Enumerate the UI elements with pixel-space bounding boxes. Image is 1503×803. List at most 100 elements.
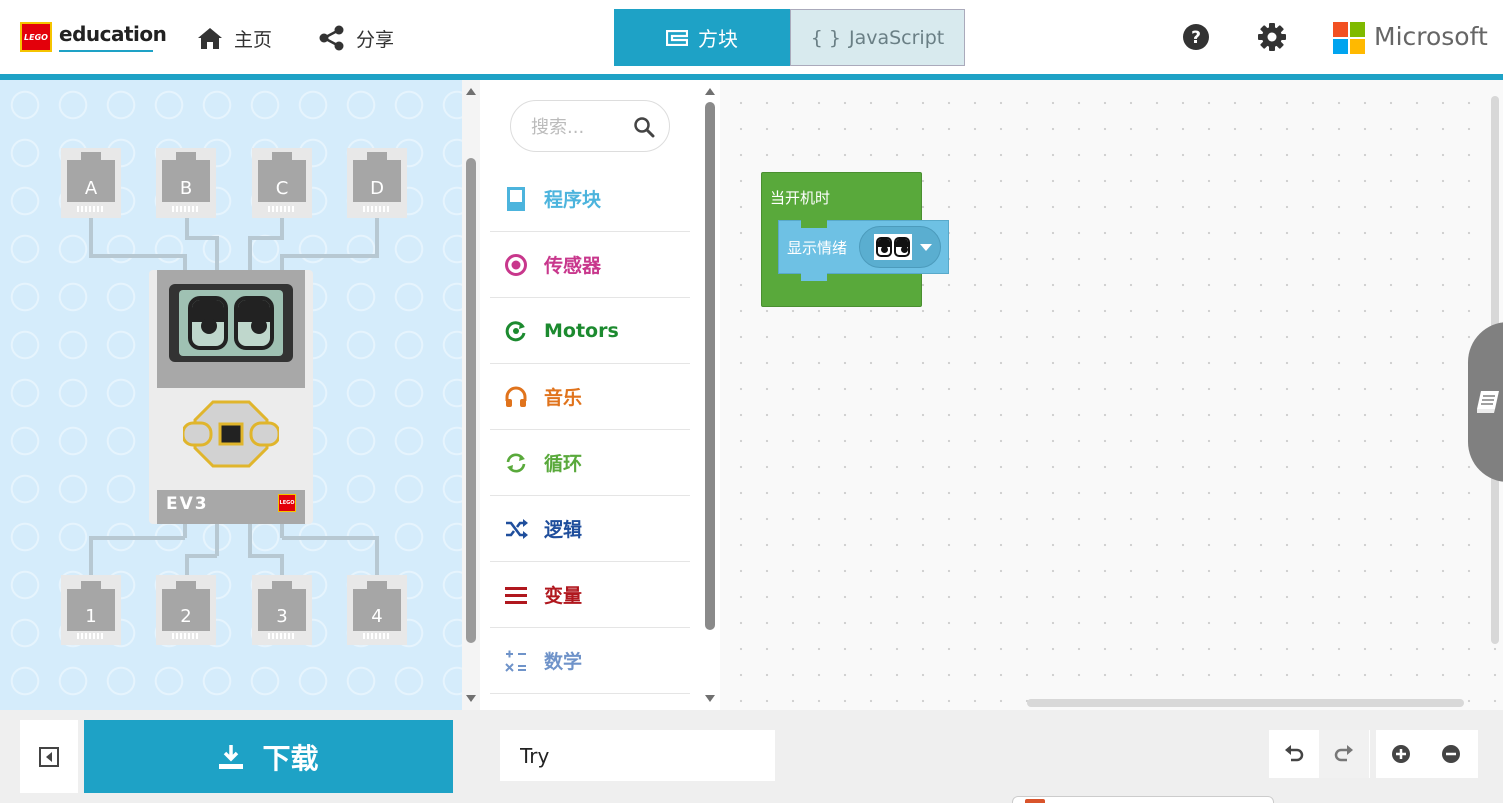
sensor-icon — [504, 253, 528, 277]
zoom-in-button[interactable] — [1376, 730, 1426, 778]
scroll-down-arrow-icon[interactable] — [705, 695, 715, 702]
wire — [248, 522, 252, 556]
category-label: 变量 — [544, 585, 583, 607]
category-loops[interactable]: 循环 — [490, 430, 690, 496]
help-button[interactable]: ? — [1181, 22, 1211, 52]
wire — [280, 218, 284, 238]
output-port-4[interactable]: 4 — [347, 575, 407, 645]
input-port-d[interactable]: D — [347, 148, 407, 218]
collapse-simulator-button[interactable] — [20, 720, 78, 793]
mood-dropdown[interactable] — [859, 226, 941, 268]
variable-icon — [504, 583, 528, 607]
ev3-label: EV3 — [166, 494, 209, 514]
category-label: Motors — [544, 319, 619, 342]
makecode-ev3-editor: LEGO education 主页 分享 方块 { } JavaScript ? — [0, 0, 1503, 803]
category-motors[interactable]: Motors — [490, 298, 690, 364]
workspace-horizontal-scrollbar[interactable] — [1027, 699, 1464, 707]
home-button[interactable]: 主页 — [196, 22, 272, 54]
scroll-down-arrow-icon[interactable] — [466, 695, 476, 702]
scroll-up-arrow-icon[interactable] — [705, 88, 715, 95]
output-port-1[interactable]: 1 — [61, 575, 121, 645]
tab-javascript[interactable]: { } JavaScript — [790, 9, 965, 66]
tab-blocks[interactable]: 方块 — [614, 9, 790, 66]
notification-peek[interactable] — [1012, 796, 1274, 803]
search-input[interactable] — [531, 114, 631, 140]
headphones-icon — [504, 385, 528, 409]
output-port-3[interactable]: 3 — [252, 575, 312, 645]
search-icon[interactable] — [633, 116, 655, 138]
ev3-screen — [179, 290, 283, 356]
mini-eye-right — [894, 237, 910, 257]
input-port-b[interactable]: B — [156, 148, 216, 218]
math-icon — [504, 649, 528, 673]
ev3-button-pad[interactable] — [183, 398, 279, 470]
share-button[interactable]: 分享 — [318, 22, 394, 54]
download-label: 下载 — [262, 741, 319, 775]
output-port-2[interactable]: 2 — [156, 575, 216, 645]
simulator-scrollbar[interactable] — [462, 80, 480, 710]
home-label: 主页 — [234, 28, 273, 51]
zoom-out-button[interactable] — [1426, 730, 1476, 778]
microsoft-text: Microsoft — [1374, 22, 1488, 51]
undo-button[interactable] — [1269, 730, 1319, 778]
show-mood-label: 显示情绪 — [787, 239, 848, 257]
download-button[interactable]: 下载 — [84, 720, 453, 793]
project-name-input[interactable] — [500, 730, 775, 781]
wire — [248, 236, 284, 240]
toolbox-search[interactable] — [510, 100, 670, 152]
input-port-a[interactable]: A — [61, 148, 121, 218]
wire — [280, 522, 284, 538]
show-mood-block[interactable]: 显示情绪 — [778, 220, 949, 281]
tutorial-tab[interactable] — [1468, 322, 1503, 482]
settings-button[interactable] — [1257, 22, 1287, 52]
brand-underline — [59, 50, 153, 52]
ev3-right-eye-icon — [234, 296, 274, 350]
input-port-c[interactable]: C — [252, 148, 312, 218]
port-label: B — [179, 178, 193, 199]
scrollbar-thumb[interactable] — [466, 158, 476, 643]
port-pins — [172, 206, 200, 212]
tab-javascript-label: JavaScript — [848, 26, 945, 49]
scroll-up-arrow-icon[interactable] — [466, 88, 476, 95]
shuffle-icon — [504, 517, 528, 541]
wire — [248, 554, 284, 558]
microsoft-logo-icon[interactable] — [1333, 22, 1365, 54]
wire — [282, 536, 379, 540]
lego-logo[interactable]: LEGO — [20, 22, 52, 52]
category-label: 逻辑 — [544, 519, 583, 541]
help-icon: ? — [1183, 24, 1209, 50]
angry-eyes-icon — [874, 234, 912, 260]
category-label: 程序块 — [544, 189, 602, 211]
category-sensors[interactable]: 传感器 — [490, 232, 690, 298]
brand-text: education — [59, 22, 167, 46]
loop-icon — [504, 451, 528, 475]
wire — [282, 254, 379, 258]
toolbox-panel: 程序块 传感器 Motors 音乐 循环 逻辑 变量 数学 — [480, 80, 700, 710]
wire — [375, 538, 379, 578]
port-pins — [172, 633, 200, 639]
ev3-left-eye-icon — [188, 296, 228, 350]
redo-icon — [1334, 745, 1353, 762]
ms-square-blue — [1333, 39, 1348, 54]
port-pins — [268, 206, 296, 212]
category-music[interactable]: 音乐 — [490, 364, 690, 430]
category-logic[interactable]: 逻辑 — [490, 496, 690, 562]
scrollbar-thumb[interactable] — [705, 102, 715, 630]
wire — [89, 538, 93, 578]
block-notch — [801, 220, 827, 228]
category-program-blocks[interactable]: 程序块 — [490, 166, 690, 232]
ev3-lego-logo: LEGO — [278, 494, 296, 512]
redo-button[interactable] — [1319, 730, 1369, 778]
wire — [248, 236, 252, 272]
notification-marker — [1025, 799, 1045, 803]
wire — [215, 522, 219, 556]
share-icon — [319, 25, 344, 51]
svg-text:?: ? — [1191, 28, 1201, 48]
mini-eye-left — [876, 237, 892, 257]
zoom-in-icon — [1392, 745, 1410, 763]
category-variables[interactable]: 变量 — [490, 562, 690, 628]
toolbox-scrollbar[interactable] — [700, 80, 720, 710]
book-icon — [1477, 391, 1499, 413]
category-math[interactable]: 数学 — [490, 628, 690, 694]
undo-redo-group — [1269, 730, 1370, 778]
